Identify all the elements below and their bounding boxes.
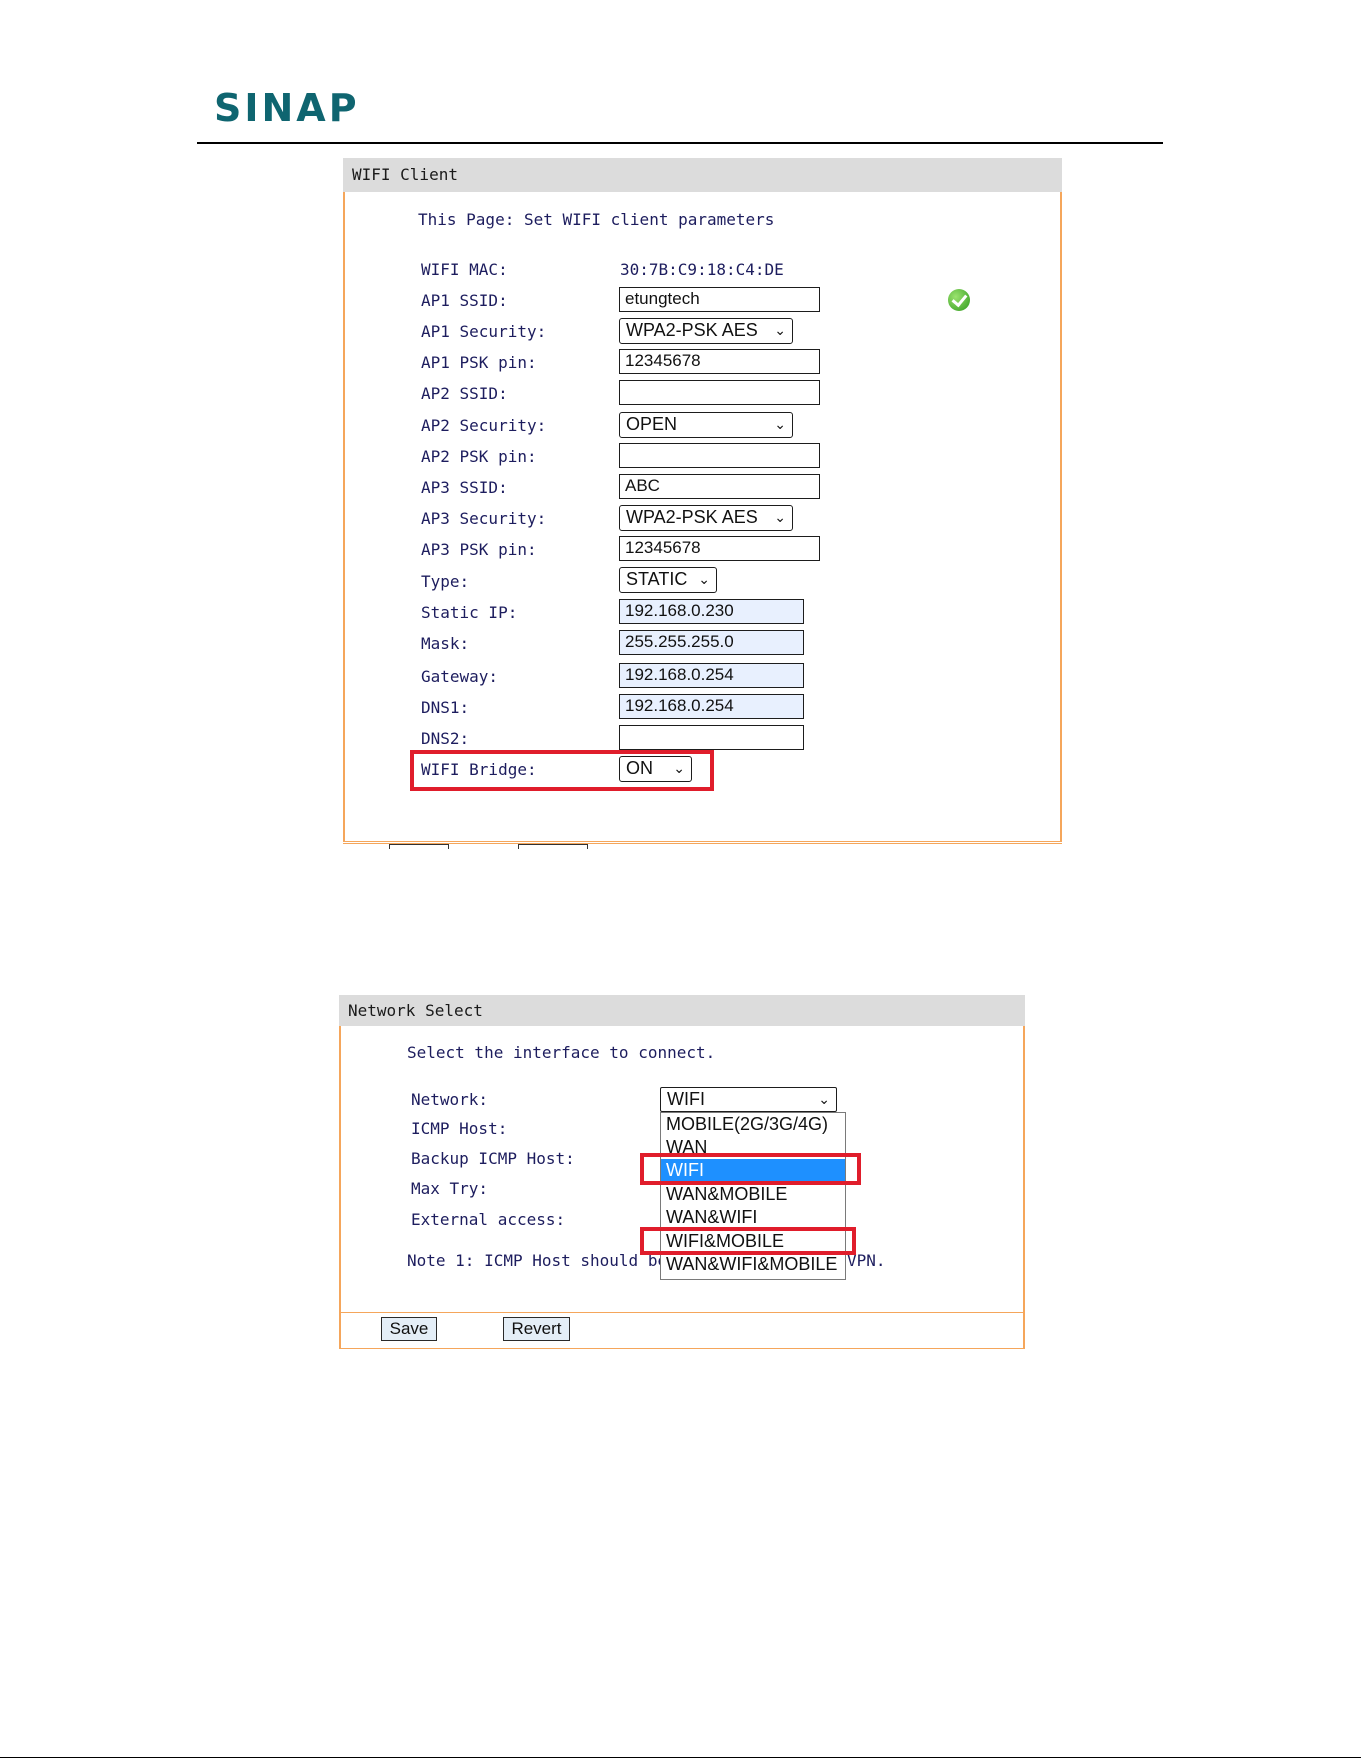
ap3-security-value: WPA2-PSK AES [626, 507, 758, 527]
static-ip-input[interactable]: 192.168.0.230 [619, 599, 804, 624]
network-option[interactable]: WAN&MOBILE [661, 1183, 845, 1206]
network-option[interactable]: WAN&WIFI [661, 1206, 845, 1229]
mask-input[interactable]: 255.255.255.0 [619, 630, 804, 655]
network-select-footer-rule [340, 1312, 1024, 1313]
max-try-label: Max Try: [411, 1179, 489, 1198]
chevron-down-icon: ⌄ [698, 571, 710, 587]
ap3-ssid-input[interactable]: ABC [619, 474, 820, 499]
ap1-security-label: AP1 Security: [421, 322, 547, 341]
revert-button[interactable]: Revert [503, 1317, 570, 1341]
network-select-title: Network Select [348, 1001, 483, 1020]
ap2-security-select[interactable]: OPEN ⌄ [619, 412, 793, 438]
network-option[interactable]: WAN&WIFI&MOBILE [661, 1253, 845, 1276]
network-select-intro: Select the interface to connect. [407, 1043, 716, 1062]
ap2-security-label: AP2 Security: [421, 416, 547, 435]
type-label: Type: [421, 572, 470, 591]
wifi-client-intro: This Page: Set WIFI client parameters [418, 210, 775, 229]
ap3-psk-input[interactable]: 12345678 [619, 536, 820, 561]
ap1-psk-input[interactable]: 12345678 [619, 349, 820, 374]
network-label: Network: [411, 1090, 489, 1109]
static-ip-label: Static IP: [421, 603, 518, 622]
ap2-ssid-label: AP2 SSID: [421, 384, 508, 403]
ap2-security-value: OPEN [626, 414, 678, 434]
chevron-down-icon: ⌄ [774, 416, 786, 432]
network-select[interactable]: WIFI ⌄ [660, 1087, 837, 1112]
dns2-label: DNS2: [421, 729, 470, 748]
header-divider [197, 142, 1163, 144]
sinap-logo: SINAP [214, 86, 360, 130]
wifi-client-header: WIFI Client [343, 158, 1062, 192]
ap3-security-select[interactable]: WPA2-PSK AES ⌄ [619, 505, 793, 531]
icmp-host-label: ICMP Host: [411, 1119, 508, 1138]
wifi-option-highlight [640, 1153, 861, 1185]
type-select[interactable]: STATIC ⌄ [619, 567, 717, 593]
page-footer-rule [0, 1757, 1361, 1758]
dns1-label: DNS1: [421, 698, 470, 717]
save-button-partial[interactable] [389, 844, 449, 849]
network-select-header: Network Select [339, 995, 1025, 1026]
ap3-ssid-label: AP3 SSID: [421, 478, 508, 497]
ap1-psk-label: AP1 PSK pin: [421, 353, 537, 372]
ap3-psk-label: AP3 PSK pin: [421, 540, 537, 559]
ap2-psk-label: AP2 PSK pin: [421, 447, 537, 466]
wifi-client-title: WIFI Client [352, 165, 458, 184]
backup-icmp-host-label: Backup ICMP Host: [411, 1149, 575, 1168]
network-option[interactable]: MOBILE(2G/3G/4G) [661, 1113, 845, 1136]
check-circle-icon [948, 289, 970, 311]
wifi-client-footer-rule [343, 843, 1062, 844]
chevron-down-icon: ⌄ [774, 509, 786, 525]
ap3-security-label: AP3 Security: [421, 509, 547, 528]
chevron-down-icon: ⌄ [818, 1091, 830, 1107]
network-select-value: WIFI [667, 1089, 705, 1109]
ap1-ssid-label: AP1 SSID: [421, 291, 508, 310]
type-value: STATIC [626, 569, 688, 589]
revert-button-partial[interactable] [518, 844, 588, 849]
ap1-ssid-input[interactable]: etungtech [619, 287, 820, 312]
gateway-label: Gateway: [421, 667, 499, 686]
external-access-label: External access: [411, 1210, 566, 1229]
chevron-down-icon: ⌄ [673, 760, 685, 776]
wifi-mac-value: 30:7B:C9:18:C4:DE [620, 260, 784, 279]
wifi-mac-label: WIFI MAC: [421, 260, 508, 279]
ap1-security-select[interactable]: WPA2-PSK AES ⌄ [619, 318, 793, 344]
wifi-mobile-option-highlight [640, 1227, 856, 1255]
dns2-input[interactable] [619, 725, 804, 750]
chevron-down-icon: ⌄ [774, 322, 786, 338]
wifi-bridge-select[interactable]: ON ⌄ [619, 756, 692, 782]
ap1-security-value: WPA2-PSK AES [626, 320, 758, 340]
wifi-bridge-label: WIFI Bridge: [421, 760, 537, 779]
ap2-psk-input[interactable] [619, 443, 820, 468]
wifi-bridge-value: ON [626, 758, 653, 778]
ap2-ssid-input[interactable] [619, 380, 820, 405]
mask-label: Mask: [421, 634, 470, 653]
dns1-input[interactable]: 192.168.0.254 [619, 694, 804, 719]
save-button[interactable]: Save [381, 1317, 437, 1341]
gateway-input[interactable]: 192.168.0.254 [619, 663, 804, 688]
